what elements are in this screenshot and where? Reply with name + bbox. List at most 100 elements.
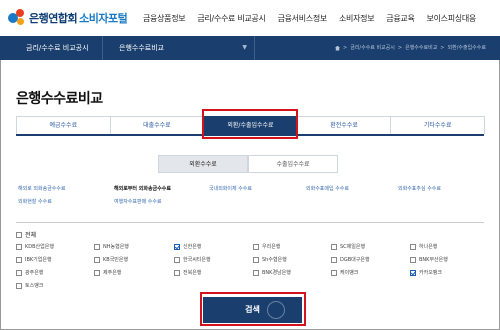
menu-item-education[interactable]: 금융교육: [386, 13, 415, 24]
category-link[interactable]: 국내외화이체 수수료: [209, 185, 252, 192]
bank-label: DGB대구은행: [340, 257, 370, 263]
tab-deposit-fee[interactable]: 예금수수료: [16, 116, 111, 134]
bank-label: 전체: [25, 232, 37, 239]
checkbox-icon[interactable]: [16, 282, 22, 289]
bank-label: KB국민은행: [103, 257, 129, 263]
bank-checkbox[interactable]: 케이뱅크: [331, 269, 358, 276]
bank-checkbox[interactable]: KDB산업은행: [16, 243, 54, 250]
checkbox-checked-icon[interactable]: [174, 243, 180, 250]
bank-label: 제주은행: [103, 270, 122, 276]
logo-icon: [8, 9, 26, 27]
category-link[interactable]: 외화수표매입 수수료: [306, 185, 349, 192]
bank-checkbox[interactable]: SC제일은행: [331, 243, 365, 250]
checkbox-icon[interactable]: [174, 269, 180, 276]
bank-label: BNK경남은행: [262, 270, 291, 276]
breadcrumb-item[interactable]: 은행수수료비교: [405, 36, 437, 60]
location-bar: 금리/수수료 비교공시 은행수수료비교 ▼ > 금리/수수료 비교공시 > 은행…: [0, 36, 500, 60]
menu-item-products[interactable]: 금융상품정보: [143, 13, 186, 24]
menu-item-services[interactable]: 금융서비스정보: [278, 13, 328, 24]
bank-checkbox[interactable]: 신한은행: [174, 243, 201, 250]
checkbox-icon[interactable]: [253, 269, 259, 276]
checkbox-icon[interactable]: [331, 256, 337, 263]
category-link[interactable]: 해외로 외화송금수수료: [18, 185, 66, 192]
bank-checkbox[interactable]: 우리은행: [253, 243, 280, 250]
nav-dropdown-category-label: 금리/수수료 비교공시: [26, 44, 89, 52]
home-icon[interactable]: [335, 45, 340, 51]
forex-subtabs: 외환수수료 수출입수수료: [158, 155, 338, 173]
bank-checkbox[interactable]: 토스뱅크: [16, 282, 43, 289]
bank-label: NH농협은행: [103, 244, 129, 250]
menu-item-rate-compare[interactable]: 금리/수수료 비교공시: [197, 13, 265, 24]
bank-checkbox[interactable]: 전북은행: [174, 269, 201, 276]
bank-label: Sh수협은행: [262, 257, 287, 263]
bank-checkbox[interactable]: IBK기업은행: [16, 256, 52, 263]
nav-dropdown-page-label: 은행수수료비교: [119, 44, 165, 52]
site-logo[interactable]: 은행연합회 소비자포털: [8, 9, 128, 27]
bank-checkbox[interactable]: NH농협은행: [94, 243, 129, 250]
bank-checkbox[interactable]: 카카오뱅크: [410, 269, 442, 276]
bank-checkbox[interactable]: DGB대구은행: [331, 256, 370, 263]
bank-checkbox[interactable]: BNK경남은행: [253, 269, 291, 276]
checkbox-icon[interactable]: [331, 269, 337, 276]
tab-loan-fee[interactable]: 대출수수료: [109, 116, 205, 134]
bank-checkbox[interactable]: 제주은행: [94, 269, 121, 276]
page-title: 은행수수료비교: [16, 91, 103, 107]
checkbox-icon[interactable]: [16, 256, 22, 263]
checkbox-icon[interactable]: [253, 256, 259, 263]
bank-label: 한국씨티은행: [183, 257, 211, 263]
category-link[interactable]: 외화현찰 수수료: [18, 198, 52, 205]
site-header: 은행연합회 소비자포털 금융상품정보 금리/수수료 비교공시 금융서비스정보 소비…: [0, 0, 500, 36]
nav-dropdown-category[interactable]: 금리/수수료 비교공시: [0, 36, 103, 60]
bank-label: 하나은행: [419, 244, 438, 250]
breadcrumb: > 금리/수수료 비교공시 > 은행수수료비교 > 외환/수출입수수료: [335, 36, 486, 60]
checkbox-icon[interactable]: [253, 243, 259, 250]
bank-label: IBK기업은행: [25, 257, 52, 263]
main-menu: 금융상품정보 금리/수수료 비교공시 금융서비스정보 소비자정보 금융교육 보이…: [143, 13, 488, 24]
checkbox-icon[interactable]: [16, 269, 22, 276]
subtab-import-export[interactable]: 수출입수수료: [248, 155, 338, 173]
bank-checkbox-all[interactable]: 전체: [16, 230, 36, 239]
highlight-box-tab: [202, 109, 298, 139]
bank-checkbox[interactable]: 한국씨티은행: [174, 256, 211, 263]
highlight-box-search: [200, 292, 306, 326]
section-divider: [16, 222, 484, 223]
category-link[interactable]: 외화수표추심 수수료: [398, 185, 441, 192]
bank-checkbox[interactable]: BNK부산은행: [410, 256, 448, 263]
bank-checkbox[interactable]: KB국민은행: [94, 256, 128, 263]
bank-checkbox[interactable]: Sh수협은행: [253, 256, 287, 263]
bank-checkbox[interactable]: 하나은행: [410, 243, 437, 250]
bank-label: BNK부산은행: [419, 257, 448, 263]
checkbox-icon[interactable]: [410, 243, 416, 250]
checkbox-icon[interactable]: [331, 243, 337, 250]
bank-checkbox[interactable]: 광주은행: [16, 269, 43, 276]
bank-label: 토스뱅크: [25, 283, 44, 289]
bank-label: KDB산업은행: [25, 244, 54, 250]
checkbox-icon[interactable]: [94, 269, 100, 276]
tab-exchange-fee[interactable]: 환전수수료: [296, 116, 392, 134]
bank-label: SC제일은행: [340, 244, 366, 250]
chevron-down-icon: ▼: [242, 44, 247, 51]
bank-label: 광주은행: [25, 270, 44, 276]
subtab-forex[interactable]: 외환수수료: [158, 155, 248, 173]
bank-label: 전북은행: [183, 270, 202, 276]
checkbox-icon[interactable]: [16, 231, 22, 238]
checkbox-icon[interactable]: [94, 243, 100, 250]
logo-main-text: 은행연합회: [29, 12, 78, 25]
tab-other-fee[interactable]: 기타수수료: [390, 116, 485, 134]
category-link-active[interactable]: 해외로부터 외화송금수수료: [114, 185, 171, 192]
bank-label: 우리은행: [262, 244, 281, 250]
checkbox-icon[interactable]: [94, 256, 100, 263]
bank-label: 카카오뱅크: [419, 270, 443, 276]
bank-label: 케이뱅크: [340, 270, 359, 276]
breadcrumb-item: 외환/수출입수수료: [447, 45, 487, 51]
breadcrumb-item[interactable]: 금리/수수료 비교공시: [350, 36, 395, 60]
category-link[interactable]: 여행자수표판매 수수료: [114, 198, 162, 205]
checkbox-icon[interactable]: [16, 243, 22, 250]
nav-dropdown-page[interactable]: 은행수수료비교 ▼: [103, 36, 255, 60]
checkbox-icon[interactable]: [410, 256, 416, 263]
checkbox-icon[interactable]: [174, 256, 180, 263]
logo-sub-text: 소비자포털: [79, 12, 128, 25]
checkbox-checked-icon[interactable]: [410, 269, 416, 276]
menu-item-consumer-info[interactable]: 소비자정보: [339, 13, 375, 24]
menu-item-voice-phishing[interactable]: 보이스피싱대응: [427, 13, 477, 24]
